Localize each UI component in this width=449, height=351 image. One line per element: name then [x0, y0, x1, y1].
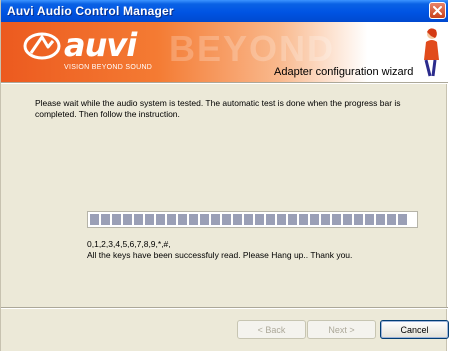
- progress-segment: [156, 214, 165, 225]
- progress-segment: [354, 214, 363, 225]
- progress-segment: [112, 214, 121, 225]
- cancel-button[interactable]: Cancel: [380, 320, 449, 339]
- progress-segment: [376, 214, 385, 225]
- progress-segment: [277, 214, 286, 225]
- logo-tagline: VISION BEYOND SOUND: [64, 64, 153, 71]
- close-button[interactable]: [429, 2, 446, 19]
- progress-segment: [189, 214, 198, 225]
- header-separator: [1, 82, 448, 84]
- window-title: Auvi Audio Control Manager: [7, 4, 174, 18]
- progress-segment: [398, 214, 407, 225]
- progress-segment: [387, 214, 396, 225]
- mascot-figure-icon: [424, 28, 439, 77]
- progress-segment: [211, 214, 220, 225]
- back-button[interactable]: < Back: [237, 320, 306, 339]
- progress-segment: [222, 214, 231, 225]
- banner-watermark: BEYOND: [169, 28, 336, 69]
- progress-segment: [365, 214, 374, 225]
- progress-segment: [255, 214, 264, 225]
- progress-segment: [332, 214, 341, 225]
- progress-segment: [134, 214, 143, 225]
- keys-read-text: 0,1,2,3,4,5,6,7,8,9,*,#,: [87, 239, 171, 249]
- progress-segment: [200, 214, 209, 225]
- instruction-text: Please wait while the audio system is te…: [35, 98, 401, 119]
- close-icon: [433, 6, 442, 15]
- wizard-title: Adapter configuration wizard: [274, 66, 414, 78]
- progress-segment: [288, 214, 297, 225]
- next-button[interactable]: Next >: [307, 320, 376, 339]
- logo-text: auvi: [64, 26, 137, 64]
- progress-segment: [266, 214, 275, 225]
- progress-segment: [145, 214, 154, 225]
- progress-segment: [244, 214, 253, 225]
- status-text: All the keys have been successfuly read.…: [87, 250, 353, 260]
- footer-separator: [1, 307, 448, 309]
- title-bar[interactable]: Auvi Audio Control Manager: [1, 0, 448, 22]
- progress-bar: [87, 211, 418, 228]
- wizard-window: Auvi Audio Control Manager auvi VISION B…: [0, 0, 449, 351]
- progress-segment: [299, 214, 308, 225]
- progress-segment: [310, 214, 319, 225]
- auvi-logo-icon: [23, 32, 61, 60]
- progress-segment: [101, 214, 110, 225]
- progress-segment: [343, 214, 352, 225]
- progress-segment: [178, 214, 187, 225]
- progress-segment: [233, 214, 242, 225]
- progress-segment: [90, 214, 99, 225]
- progress-segment: [123, 214, 132, 225]
- progress-segment: [321, 214, 330, 225]
- progress-segment: [167, 214, 176, 225]
- header-banner: auvi VISION BEYOND SOUND BEYOND Adapter …: [1, 22, 448, 82]
